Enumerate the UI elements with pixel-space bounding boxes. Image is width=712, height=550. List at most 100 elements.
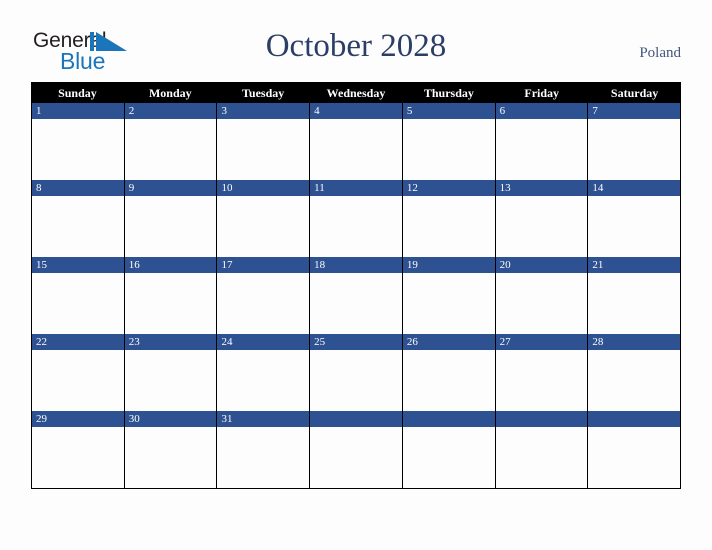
day-events-area[interactable]	[32, 427, 124, 488]
day-cell[interactable]: 25	[310, 334, 403, 411]
day-cell[interactable]: 11	[310, 180, 403, 257]
day-cell[interactable]: 5	[402, 103, 496, 180]
day-events-area[interactable]	[495, 119, 588, 180]
day-events-area[interactable]	[310, 350, 402, 411]
day-cell[interactable]: 18	[310, 257, 403, 334]
day-number-band: 16	[124, 257, 217, 273]
day-events-area[interactable]	[402, 350, 495, 411]
day-cell[interactable]: 19	[402, 257, 496, 334]
day-events-area[interactable]	[217, 196, 310, 257]
day-events-area[interactable]	[588, 119, 681, 180]
day-events-area[interactable]	[32, 273, 124, 334]
day-number: 10	[221, 181, 233, 194]
day-events-area[interactable]	[124, 273, 217, 334]
day-events-area[interactable]	[588, 273, 681, 334]
day-number: 26	[406, 335, 418, 348]
day-events-area[interactable]	[32, 119, 124, 180]
day-number: 31	[221, 412, 233, 425]
day-number-band: 6	[495, 103, 588, 119]
day-events-area[interactable]	[32, 350, 124, 411]
day-number: 4	[314, 104, 320, 117]
day-events-area[interactable]	[217, 119, 310, 180]
weekday-header-wednesday: Wednesday	[326, 85, 386, 100]
day-events-area[interactable]	[495, 273, 588, 334]
day-number: 11	[314, 181, 325, 194]
day-cell-empty[interactable]	[310, 411, 403, 488]
day-cell[interactable]: 20	[495, 257, 589, 334]
day-cell[interactable]: 6	[495, 103, 589, 180]
day-cell[interactable]: 27	[495, 334, 589, 411]
day-cell[interactable]: 10	[217, 180, 311, 257]
week-row: 8 9 10 11 12 13 14	[32, 180, 681, 257]
day-number-band: 2	[124, 103, 217, 119]
day-number-band: 12	[402, 180, 495, 196]
day-events-area[interactable]	[402, 196, 495, 257]
day-events-area[interactable]	[402, 273, 495, 334]
day-number-band: 18	[310, 257, 402, 273]
day-number-band: 1	[32, 103, 124, 119]
day-cell[interactable]: 4	[310, 103, 403, 180]
day-cell[interactable]: 23	[124, 334, 218, 411]
day-cell[interactable]: 1	[32, 103, 125, 180]
day-cell[interactable]: 16	[124, 257, 218, 334]
day-cell[interactable]: 29	[32, 411, 125, 488]
day-cell[interactable]: 15	[32, 257, 125, 334]
day-cell[interactable]: 2	[124, 103, 218, 180]
day-events-area[interactable]	[124, 196, 217, 257]
day-events-area[interactable]	[32, 196, 124, 257]
day-cell[interactable]: 9	[124, 180, 218, 257]
day-number: 25	[314, 335, 326, 348]
day-number: 30	[128, 412, 140, 425]
day-events-area[interactable]	[402, 427, 495, 488]
day-events-area[interactable]	[124, 427, 217, 488]
day-cell[interactable]: 21	[588, 257, 681, 334]
week-row: 1 2 3 4 5 6 7	[32, 103, 681, 180]
day-cell[interactable]: 7	[588, 103, 681, 180]
day-number: 16	[128, 258, 140, 271]
day-events-area[interactable]	[402, 119, 495, 180]
day-number: 22	[36, 335, 47, 348]
day-cell[interactable]: 17	[217, 257, 311, 334]
day-events-area[interactable]	[495, 350, 588, 411]
day-number-band: 19	[402, 257, 495, 273]
day-events-area[interactable]	[495, 427, 588, 488]
day-cell[interactable]: 14	[588, 180, 681, 257]
day-events-area[interactable]	[588, 427, 681, 488]
day-events-area[interactable]	[217, 273, 310, 334]
day-events-area[interactable]	[588, 350, 681, 411]
day-events-area[interactable]	[217, 427, 310, 488]
day-cell[interactable]: 24	[217, 334, 311, 411]
day-cell[interactable]: 26	[402, 334, 496, 411]
day-events-area[interactable]	[124, 119, 217, 180]
day-number: 13	[499, 181, 511, 194]
day-number-band: 21	[588, 257, 681, 273]
day-number: 15	[36, 258, 47, 271]
day-cell-empty[interactable]	[588, 411, 681, 488]
day-events-area[interactable]	[310, 196, 402, 257]
day-events-area[interactable]	[310, 273, 402, 334]
day-cell[interactable]: 28	[588, 334, 681, 411]
day-number-band: 3	[217, 103, 310, 119]
day-events-area[interactable]	[310, 427, 402, 488]
day-events-area[interactable]	[310, 119, 402, 180]
weekday-header-monday: Monday	[148, 85, 192, 100]
day-events-area[interactable]	[124, 350, 217, 411]
day-number: 19	[406, 258, 418, 271]
day-cell[interactable]: 30	[124, 411, 218, 488]
day-cell[interactable]: 31	[217, 411, 311, 488]
day-events-area[interactable]	[217, 350, 310, 411]
day-number-band: 15	[32, 257, 124, 273]
day-events-area[interactable]	[495, 196, 588, 257]
day-cell[interactable]: 12	[402, 180, 496, 257]
day-cell[interactable]: 22	[32, 334, 125, 411]
day-cell-empty[interactable]	[402, 411, 496, 488]
day-cell[interactable]: 8	[32, 180, 125, 257]
day-number-band: 4	[310, 103, 402, 119]
weekday-header-row: Sunday Monday Tuesday Wednesday Thursday…	[31, 82, 681, 103]
day-number: 28	[592, 335, 604, 348]
day-cell-empty[interactable]	[495, 411, 589, 488]
day-cell[interactable]: 13	[495, 180, 589, 257]
day-number-band: 28	[588, 334, 681, 350]
day-events-area[interactable]	[588, 196, 681, 257]
day-cell[interactable]: 3	[217, 103, 311, 180]
